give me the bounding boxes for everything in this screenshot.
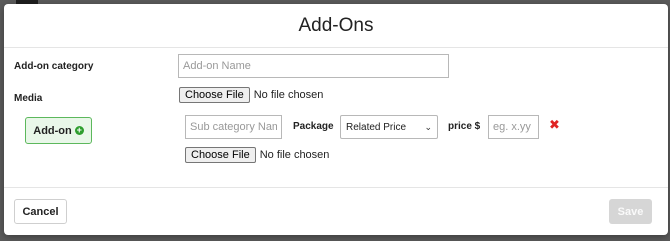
add-on-button[interactable]: Add-on + — [25, 117, 92, 144]
row-file-input: Choose File No file chosen — [185, 147, 329, 163]
cancel-button[interactable]: Cancel — [14, 199, 67, 224]
row-choose-file-button[interactable]: Choose File — [185, 147, 256, 163]
package-select-value: Related Price — [346, 121, 407, 133]
media-file-input: Choose File No file chosen — [179, 87, 323, 103]
footer-divider — [4, 187, 668, 188]
price-input[interactable] — [488, 115, 539, 139]
plus-circle-icon: + — [74, 125, 84, 135]
price-label: price $ — [448, 121, 481, 132]
row-file-status: No file chosen — [259, 149, 330, 161]
category-label: Add-on category — [14, 61, 94, 72]
modal-title: Add-Ons — [298, 14, 374, 36]
media-label: Media — [14, 93, 43, 104]
chevron-down-icon: ⌄ — [424, 121, 432, 132]
save-button[interactable]: Save — [609, 199, 652, 224]
addon-name-input[interactable] — [178, 54, 449, 78]
close-icon[interactable]: ✖ — [549, 118, 560, 131]
media-choose-file-button[interactable]: Choose File — [179, 87, 250, 103]
add-on-button-label: Add-on — [33, 124, 72, 137]
media-file-status: No file chosen — [253, 89, 324, 101]
modal-header: Add-Ons — [4, 4, 668, 48]
sub-category-input[interactable] — [185, 115, 282, 139]
package-select[interactable]: Related Price ⌄ — [340, 115, 438, 139]
package-label: Package — [293, 121, 334, 132]
add-ons-modal: Add-Ons Add-on category Media Choose Fil… — [4, 4, 668, 235]
